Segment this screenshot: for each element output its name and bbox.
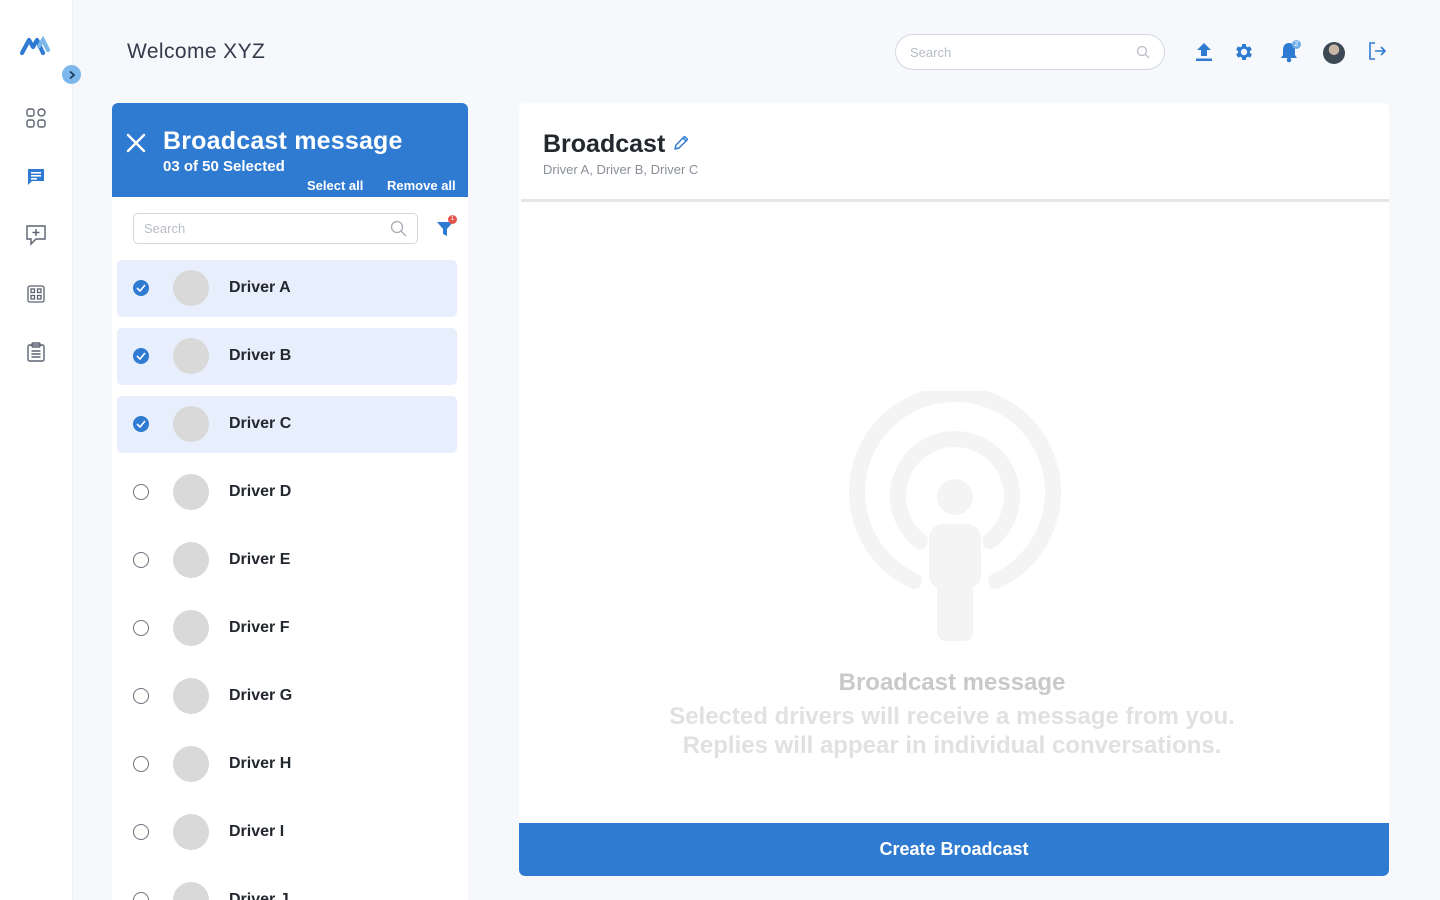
edit-icon[interactable] (672, 134, 690, 152)
nav-rail (0, 0, 72, 900)
header-divider (521, 199, 1389, 202)
driver-name: Driver H (229, 755, 292, 772)
checked-radio-icon[interactable] (133, 416, 149, 432)
driver-name: Driver C (229, 415, 292, 432)
empty-state-line-1: Selected drivers will receive a message … (669, 703, 1235, 730)
sidebar-item-apps[interactable] (22, 280, 50, 308)
checked-radio-icon[interactable] (133, 280, 149, 296)
empty-state-line-2: Replies will appear in individual conver… (682, 732, 1222, 759)
driver-avatar (173, 406, 209, 442)
unchecked-radio-icon[interactable] (133, 484, 149, 500)
driver-name: Driver G (229, 687, 293, 704)
driver-avatar (173, 542, 209, 578)
chevron-right-icon (68, 70, 75, 79)
driver-row[interactable]: Driver B (117, 328, 457, 385)
dashboard-grid-icon (26, 108, 46, 128)
notifications-button[interactable]: 2 (1275, 38, 1303, 66)
close-icon[interactable] (125, 132, 147, 154)
global-search-input[interactable] (910, 44, 1136, 60)
driver-avatar (173, 746, 209, 782)
driver-avatar (173, 474, 209, 510)
gear-icon (1236, 44, 1252, 60)
search-icon (390, 220, 407, 237)
unchecked-radio-icon[interactable] (133, 824, 149, 840)
checked-radio-icon[interactable] (133, 348, 149, 364)
driver-list: Driver A Driver B Driver C Driver D Driver E… (117, 260, 457, 900)
upload-button[interactable] (1190, 38, 1218, 66)
select-all-button[interactable]: Select all (307, 178, 363, 193)
create-broadcast-button[interactable]: Create Broadcast (519, 823, 1389, 876)
driver-search-input[interactable] (144, 221, 390, 236)
driver-row[interactable]: Driver G (117, 668, 457, 725)
recipients-list: Driver A, Driver B, Driver C (543, 162, 699, 177)
sidebar-item-chat[interactable] (22, 163, 50, 191)
notification-badge: 2 (1292, 40, 1301, 49)
settings-button[interactable] (1230, 38, 1258, 66)
broadcast-panel-title: Broadcast message (163, 127, 403, 155)
unchecked-radio-icon[interactable] (133, 756, 149, 772)
sidebar-item-reports[interactable] (22, 338, 50, 366)
clipboard-icon (27, 342, 45, 362)
driver-name: Driver I (229, 823, 285, 840)
apps-icon (27, 285, 45, 303)
driver-avatar (173, 338, 209, 374)
unchecked-radio-icon[interactable] (133, 892, 149, 900)
driver-avatar (173, 882, 209, 900)
driver-avatar (173, 270, 209, 306)
filter-badge: 1 (448, 215, 457, 224)
driver-row[interactable]: Driver I (117, 804, 457, 861)
broadcast-panel: Broadcast message 03 of 50 Selected Sele… (112, 103, 468, 900)
driver-name: Driver F (229, 619, 290, 636)
sidebar-item-dashboard[interactable] (22, 104, 50, 132)
unchecked-radio-icon[interactable] (133, 620, 149, 636)
remove-all-button[interactable]: Remove all (387, 178, 456, 193)
search-icon (1136, 45, 1150, 59)
driver-row[interactable]: Driver D (117, 464, 457, 521)
driver-row[interactable]: Driver E (117, 532, 457, 589)
logout-icon (1369, 42, 1387, 60)
driver-name: Driver A (229, 279, 291, 296)
driver-row[interactable]: Driver F (117, 600, 457, 657)
broadcast-podcast-icon (849, 391, 1061, 641)
empty-state-title: Broadcast message (838, 669, 1066, 696)
unchecked-radio-icon[interactable] (133, 552, 149, 568)
driver-search[interactable] (133, 213, 418, 244)
broadcast-panel-header: Broadcast message 03 of 50 Selected Sele… (112, 103, 468, 197)
driver-name: Driver D (229, 483, 292, 500)
driver-row[interactable]: Driver A (117, 260, 457, 317)
driver-avatar (173, 814, 209, 850)
driver-name: Driver E (229, 551, 291, 568)
unchecked-radio-icon[interactable] (133, 688, 149, 704)
logout-button[interactable] (1363, 37, 1391, 65)
welcome-text: Welcome XYZ (127, 40, 266, 63)
sidebar-item-new-chat[interactable] (22, 221, 50, 249)
driver-avatar (173, 610, 209, 646)
selected-count: 03 of 50 Selected (163, 158, 285, 175)
driver-avatar (173, 678, 209, 714)
driver-row[interactable]: Driver C (117, 396, 457, 453)
app-logo-icon[interactable] (20, 36, 50, 56)
driver-name: Driver B (229, 347, 292, 364)
driver-row[interactable]: Driver J (117, 872, 457, 900)
expand-sidebar-button[interactable] (62, 65, 81, 84)
driver-row[interactable]: Driver H (117, 736, 457, 793)
upload-icon (1196, 43, 1212, 61)
driver-name: Driver J (229, 891, 289, 900)
filter-button[interactable]: 1 (433, 215, 457, 239)
chat-icon (28, 169, 44, 185)
add-chat-icon (26, 225, 46, 246)
main-title: Broadcast (543, 130, 666, 158)
user-avatar[interactable] (1323, 42, 1345, 64)
global-search[interactable] (895, 34, 1165, 70)
broadcast-main: Broadcast Driver A, Driver B, Driver C B… (519, 103, 1389, 876)
